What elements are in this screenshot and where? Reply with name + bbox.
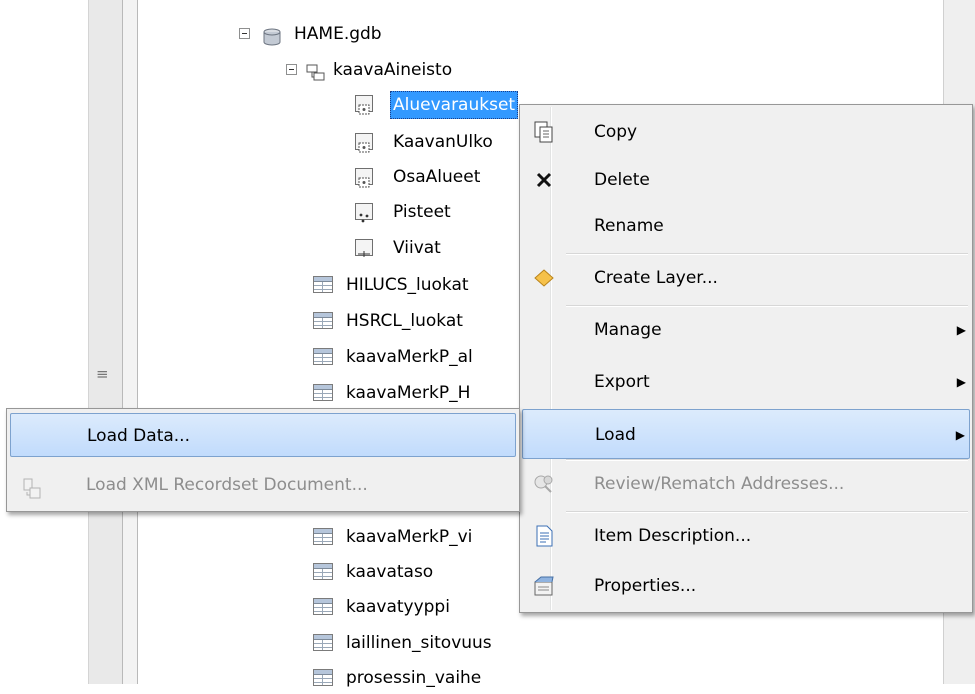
menu-item-export[interactable]: Export ▶ <box>522 357 970 407</box>
table-icon <box>313 528 333 545</box>
tree-label: HAME.gdb <box>294 24 382 44</box>
review-rematch-icon <box>532 472 556 496</box>
load-submenu: Load Data... Load XML Recordset Document… <box>6 408 520 512</box>
menu-item-load[interactable]: Load ▶ <box>522 409 970 459</box>
menu-item-label: Create Layer... <box>594 268 718 288</box>
tree-node-feature-class[interactable]: Viivat <box>352 232 522 264</box>
tree-label: kaavaMerkP_vi <box>346 527 473 547</box>
tree-node-table[interactable]: prosessin_vaihe <box>310 662 550 694</box>
collapse-icon[interactable] <box>239 28 250 39</box>
properties-icon <box>532 574 556 598</box>
tree-node-feature-class[interactable]: KaavanUlko <box>352 126 522 158</box>
tree-node-feature-class[interactable]: OsaAlueet <box>352 161 522 193</box>
table-icon <box>313 348 333 365</box>
tree-node-table[interactable]: HSRCL_luokat <box>310 305 522 337</box>
menu-item-manage[interactable]: Manage ▶ <box>522 305 970 355</box>
polygon-feature-class-icon <box>355 168 373 188</box>
collapse-icon[interactable] <box>286 64 297 75</box>
menu-item-label: Delete <box>594 170 650 190</box>
feature-dataset-icon <box>306 61 326 81</box>
tree-label: Pisteet <box>393 202 451 222</box>
polygon-feature-class-icon <box>355 133 373 153</box>
tree-node-table[interactable]: kaavatyyppi <box>310 591 522 623</box>
delete-icon <box>532 168 556 192</box>
tree-label: KaavanUlko <box>393 132 493 152</box>
tree-label: prosessin_vaihe <box>346 668 482 688</box>
tree-label-selected: Aluevaraukset <box>390 91 519 119</box>
tree-label: kaavatyyppi <box>346 597 450 617</box>
table-icon <box>313 312 333 329</box>
table-icon <box>313 669 333 686</box>
left-panel-strip <box>88 0 123 684</box>
menu-item-copy[interactable]: Copy <box>522 107 970 157</box>
tree-label: kaavaMerkP_H <box>346 383 471 403</box>
menu-item-create-layer[interactable]: Create Layer... <box>522 253 970 303</box>
splitter-grip-icon[interactable]: ≡ <box>96 364 110 384</box>
menu-item-label: Properties... <box>594 576 697 596</box>
tree-node-table[interactable]: kaavataso <box>310 556 522 588</box>
tree-node-gdb[interactable]: HAME.gdb <box>236 18 456 50</box>
load-xml-icon <box>22 473 42 499</box>
table-icon <box>313 598 333 615</box>
table-icon <box>313 634 333 651</box>
menu-item-label: Load Data... <box>87 426 190 446</box>
tree-node-table[interactable]: kaavaMerkP_al <box>310 341 522 373</box>
context-menu: Copy Delete Rename Create Layer... Manag… <box>519 104 973 613</box>
tree-node-feature-class[interactable]: Pisteet <box>352 196 522 228</box>
panel-divider[interactable] <box>122 0 138 684</box>
tree-label: laillinen_sitovuus <box>346 633 492 653</box>
menu-item-label: Load <box>595 425 636 445</box>
submenu-arrow-icon: ▶ <box>955 428 965 442</box>
submenu-arrow-icon: ▶ <box>956 375 966 389</box>
copy-icon <box>532 120 556 144</box>
table-icon <box>313 276 333 293</box>
polygon-feature-class-icon <box>355 95 373 115</box>
tree-label: kaavaAineisto <box>333 60 453 80</box>
table-icon <box>313 384 333 401</box>
tree-node-table[interactable]: laillinen_sitovuus <box>310 627 550 659</box>
menu-item-rename[interactable]: Rename <box>522 201 970 251</box>
menu-item-label: Copy <box>594 122 638 142</box>
menu-item-load-data[interactable]: Load Data... <box>10 413 516 457</box>
menu-item-delete[interactable]: Delete <box>522 155 970 205</box>
menu-item-label: Manage <box>594 320 662 340</box>
tree-label: HSRCL_luokat <box>346 311 463 331</box>
create-layer-icon <box>532 266 556 290</box>
tree-node-table[interactable]: HILUCS_luokat <box>310 269 522 301</box>
item-description-icon <box>532 524 556 548</box>
menu-item-label: Export <box>594 372 650 392</box>
tree-label: kaavataso <box>346 562 434 582</box>
tree-node-table[interactable]: kaavaMerkP_H <box>310 377 522 409</box>
geodatabase-icon <box>262 25 282 46</box>
line-feature-class-icon <box>355 239 373 257</box>
tree-node-dataset[interactable]: kaavaAineisto <box>283 54 523 86</box>
menu-item-label: Rename <box>594 216 664 236</box>
menu-item-properties[interactable]: Properties... <box>522 561 970 611</box>
menu-item-label: Item Description... <box>594 526 752 546</box>
tree-label: HILUCS_luokat <box>346 275 469 295</box>
tree-node-table[interactable]: kaavaMerkP_vi <box>310 521 522 553</box>
menu-item-load-xml-recordset[interactable]: Load XML Recordset Document... <box>10 463 516 507</box>
menu-item-review-rematch[interactable]: Review/Rematch Addresses... <box>522 459 970 509</box>
menu-item-label: Load XML Recordset Document... <box>86 475 368 495</box>
menu-item-label: Review/Rematch Addresses... <box>594 474 845 494</box>
tree-label: OsaAlueet <box>393 167 481 187</box>
tree-label: Viivat <box>393 238 441 258</box>
submenu-arrow-icon: ▶ <box>956 323 966 337</box>
table-icon <box>313 563 333 580</box>
point-feature-class-icon <box>355 203 373 223</box>
tree-label: kaavaMerkP_al <box>346 347 473 367</box>
menu-item-item-description[interactable]: Item Description... <box>522 511 970 561</box>
